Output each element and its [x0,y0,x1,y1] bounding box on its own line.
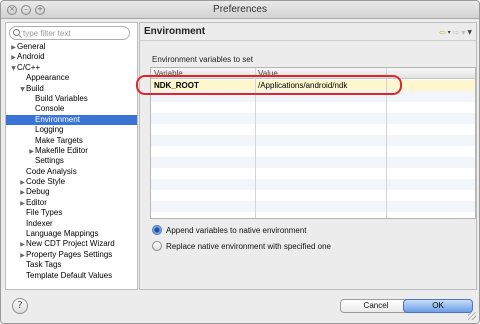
window-title: Preferences [213,4,267,15]
tree-item-language-mappings[interactable]: Language Mappings [6,229,137,239]
radio-unselected-icon[interactable] [152,241,162,251]
preferences-tree: ▶General ▶Android ▼C/C++ Appearance ▼Build Bu… [6,42,137,281]
back-arrow-icon[interactable]: ⇦ [439,28,446,37]
tree-item-build[interactable]: ▼Build [6,83,137,94]
title-bar[interactable]: × – + Preferences [1,1,479,19]
tree-item-build-variables[interactable]: Build Variables [6,93,137,104]
replace-option-label: Replace native environment with specifie… [166,242,331,251]
tree-item-settings[interactable]: Settings [6,156,137,166]
tree-item-label: Android [17,52,45,62]
filter-field[interactable] [9,26,130,40]
tree-item-label: New CDT Project Wizard [26,239,115,249]
tree-item-android[interactable]: ▶Android [6,52,137,62]
tree-item-label: Settings [35,156,64,166]
page-nav: ⇦ ▾ ⇨ ▾ ▼ [439,27,472,37]
tree-item-code-analysis[interactable]: Code Analysis [6,166,137,177]
tree-item-c-c-[interactable]: ▼C/C++ [6,62,137,73]
tree-item-general[interactable]: ▶General [6,42,137,52]
tree-item-label: Appearance [26,73,70,83]
table-row[interactable] [151,135,475,146]
tree-item-label: Build [26,83,44,93]
tree-item-label: Build Variables [35,93,88,103]
annotation-highlight [136,75,402,95]
tree-item-label: Console [35,104,65,114]
tree-item-label: Make Targets [35,135,83,145]
tree-item-label: File Types [26,208,63,218]
table-row[interactable] [151,157,475,168]
tree-item-make-targets[interactable]: Make Targets [6,135,137,146]
forward-arrow-icon[interactable]: ⇨ [453,28,460,37]
tree-item-label: Environment [35,114,80,124]
tree-item-label: Debug [26,187,50,197]
table-row[interactable] [151,168,475,179]
table-row[interactable] [151,179,475,190]
tree-item-template-default-values[interactable]: Template Default Values [6,270,137,281]
tree-item-label: Template Default Values [26,270,113,280]
table-row[interactable] [151,113,475,124]
tree-item-environment[interactable]: Environment [6,114,137,126]
replace-option[interactable]: Replace native environment with specifie… [152,241,452,253]
forward-history-icon[interactable]: ▾ [461,28,465,37]
tree-item-label: Logging [35,125,64,135]
tree-item-label: Code Analysis [26,166,77,176]
filter-input[interactable] [23,28,127,39]
table-row[interactable] [151,102,475,113]
tree-item-task-tags[interactable]: Task Tags [6,260,137,270]
tree-item-label: Makefile Editor [35,145,88,155]
tree-item-label: Indexer [26,218,53,228]
table-row[interactable] [151,190,475,201]
page-header: Environment ⇦ ▾ ⇨ ▾ ▼ [140,23,476,41]
tree-item-code-style[interactable]: ▶Code Style [6,177,137,187]
tree-item-label: Property Pages Settings [26,249,113,259]
back-history-icon[interactable]: ▾ [448,29,451,36]
table-row[interactable] [151,201,475,212]
environment-page: Environment ⇦ ▾ ⇨ ▾ ▼ Environment variab… [139,22,477,290]
page-title: Environment [144,26,206,37]
table-row[interactable] [151,124,475,135]
tree-item-property-pages-settings[interactable]: ▶Property Pages Settings [6,249,137,260]
tree-item-label: Task Tags [26,260,62,270]
tree-item-debug[interactable]: ▶Debug [6,187,137,197]
preferences-sidebar: ▶General▶Android▼C/C++Appearance▼BuildBu… [5,22,138,290]
tree-item-label: Language Mappings [26,229,99,239]
table-row[interactable] [151,212,475,218]
tree-item-appearance[interactable]: Appearance [6,73,137,83]
search-icon [13,29,20,36]
append-option[interactable]: Append variables to native environment [152,225,452,237]
cancel-button[interactable]: Cancel [340,299,412,313]
tree-item-makefile-editor[interactable]: ▶Makefile Editor [6,145,137,156]
tree-item-new-cdt-project-wizard[interactable]: ▶New CDT Project Wizard [6,239,137,249]
tree-item-file-types[interactable]: File Types [6,208,137,218]
table-row[interactable] [151,146,475,157]
view-menu-icon[interactable]: ▼ [467,29,472,36]
tree-item-label: Code Style [26,177,66,187]
preferences-window: × – + Preferences ▶General▶Android▼C/C++… [0,0,480,324]
help-icon[interactable]: ? [12,298,28,314]
tree-item-editor[interactable]: ▶Editor [6,197,137,208]
radio-selected-icon[interactable] [152,225,162,235]
ok-button[interactable]: OK [403,299,473,313]
tree-item-label: C/C++ [17,62,41,72]
section-label: Environment variables to set [152,55,253,64]
append-option-label: Append variables to native environment [166,226,307,235]
tree-item-indexer[interactable]: Indexer [6,218,137,229]
tree-item-label: General [17,42,46,51]
tree-item-console[interactable]: Console [6,104,137,114]
tree-item-label: Editor [26,197,47,207]
tree-item-logging[interactable]: Logging [6,125,137,135]
resize-grip-icon[interactable] [468,312,476,320]
